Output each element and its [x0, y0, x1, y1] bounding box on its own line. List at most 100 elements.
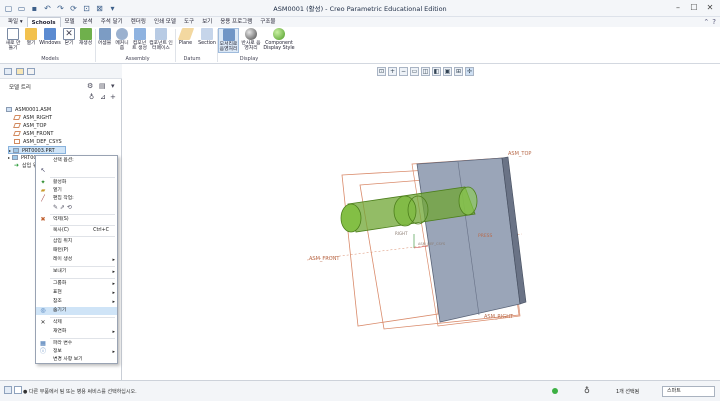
menu-select-tool[interactable]: ↖ — [36, 167, 117, 175]
tree-item-prt0003[interactable]: ▸ PRT0003.PRT — [8, 146, 66, 154]
ribbon: 새로 만들기 열기 Windows ✕ 닫기 재생성 어셈블 메커니즘 컴포넌트… — [0, 27, 720, 64]
tab-render[interactable]: 렌더링 — [127, 17, 150, 27]
section-button[interactable]: Section — [198, 28, 216, 46]
datum-plane-icon — [13, 123, 21, 128]
maximize-icon[interactable]: ☐ — [686, 1, 702, 14]
model-tree-tab-icon[interactable] — [4, 68, 12, 75]
minimize-icon[interactable]: – — [670, 1, 686, 14]
menu-insert-here[interactable]: 삽입 위치 — [36, 238, 117, 246]
binoculars-icon[interactable]: ♁ — [89, 93, 94, 101]
submenu-arrow-icon: ▸ — [112, 299, 115, 305]
selection-filter[interactable]: 스마트 — [662, 386, 715, 397]
label-asm-front: ASM_FRONT — [309, 256, 340, 262]
folder-browser-tab-icon[interactable] — [16, 68, 24, 75]
component-interface-button[interactable]: 컴포넌트 인터페이스 — [149, 28, 173, 51]
graphics-window[interactable]: ASM_TOP ASM_FRONT ASM_RIGHT PRESS RIGHT … — [122, 64, 720, 380]
display-style-icon[interactable]: ◧ — [432, 67, 441, 76]
tab-view[interactable]: 보기 — [198, 17, 216, 27]
tab-tools[interactable]: 도구 — [180, 17, 198, 27]
selection-count[interactable]: 1개 선택됨 — [616, 388, 639, 395]
menu-view-changes[interactable]: 변경 사항 보기 — [36, 356, 117, 364]
regenerate-button[interactable]: 재생성 — [77, 28, 94, 46]
menu-references[interactable]: 참조 ▸ — [36, 298, 117, 306]
open-button[interactable]: 열기 — [24, 28, 38, 46]
model-graphics: ASM_TOP ASM_FRONT ASM_RIGHT PRESS RIGHT … — [306, 151, 531, 330]
add-icon[interactable]: + — [110, 93, 116, 101]
find-icon[interactable]: ♁ — [584, 386, 590, 395]
favorites-tab-icon[interactable] — [27, 68, 35, 75]
tab-schools[interactable]: Schools — [26, 17, 61, 27]
tab-print-model[interactable]: 인쇄 모델 — [150, 17, 180, 27]
label-asm-right: ASM_RIGHT — [484, 314, 514, 320]
tree-item-asm-def-csys[interactable]: ASM_DEF_CSYS — [14, 138, 62, 146]
tree-item-assembly[interactable]: ASM0001.ASM — [6, 106, 51, 114]
submenu-arrow-icon: ▸ — [112, 290, 115, 296]
menu-representation[interactable]: 표현 ▸ — [36, 289, 117, 297]
tab-analysis[interactable]: 분석 — [79, 17, 97, 27]
spin-center-icon[interactable]: ✢ — [465, 67, 474, 76]
repaint-icon[interactable]: ▭ — [410, 67, 419, 76]
tree-item-asm-front[interactable]: ASM_FRONT — [13, 130, 54, 138]
tree-settings-icon[interactable]: ⚙ — [87, 82, 93, 90]
assemble-button[interactable]: 어셈블 — [97, 28, 112, 46]
navigator-toggle-icon[interactable] — [4, 386, 12, 394]
component-display-style-button[interactable]: Component Display Style — [262, 28, 296, 51]
menu-separator — [50, 278, 115, 279]
menu-open[interactable]: ▰ 열기 — [36, 187, 117, 195]
tab-file[interactable]: 파일 ▾ — [4, 17, 27, 27]
expand-arrow-icon[interactable]: ▸ — [9, 148, 11, 153]
group-assembly: Assembly — [125, 56, 150, 62]
new-doc-icon — [7, 28, 19, 40]
menu-parameters[interactable]: ▦ 파라 변수 — [36, 340, 117, 348]
close-button[interactable]: ✕ 닫기 — [62, 28, 76, 46]
tree-item-asm-right[interactable]: ASM_RIGHT — [13, 114, 52, 122]
tab-applications[interactable]: 응용 프로그램 — [216, 17, 256, 27]
zoom-out-icon[interactable]: − — [399, 67, 408, 76]
browser-toggle-icon[interactable] — [14, 386, 22, 394]
windows-button[interactable]: Windows — [39, 28, 61, 46]
menu-group[interactable]: 그룹화 ▸ — [36, 280, 117, 288]
refit-icon[interactable]: ⊡ — [377, 67, 386, 76]
datum-display-icon[interactable]: ⊞ — [454, 67, 463, 76]
close-icon[interactable]: ✕ — [702, 1, 718, 14]
tab-model[interactable]: 모델 — [61, 17, 79, 27]
saved-orientations-icon[interactable]: ◫ — [421, 67, 430, 76]
create-component-button[interactable]: 컴포넌트 생성 — [132, 28, 147, 51]
expand-arrow-icon[interactable]: ▸ — [8, 155, 10, 160]
window-title: ASM0001 (활성) - Creo Parametric Education… — [273, 5, 447, 13]
plane-button[interactable]: Plane — [177, 28, 194, 46]
new-button[interactable]: 새로 만들기 — [4, 28, 22, 51]
filter-icon[interactable]: ⊿ — [100, 93, 106, 101]
menu-info[interactable]: ⓘ 정보 ▸ — [36, 348, 117, 356]
tab-structure[interactable]: 구조물 — [256, 17, 279, 27]
tree-menu-icon[interactable]: ▾ — [111, 82, 115, 90]
menu-separator — [50, 338, 115, 339]
menu-edit-tools[interactable]: ✎ ⇗ ⟲ — [36, 204, 117, 212]
model-tree-title: 모델 트리 — [9, 85, 31, 91]
menu-delete[interactable]: ✕ 삭제 — [36, 319, 117, 327]
ribbon-minimize-icon[interactable]: ⌃ — [703, 17, 709, 27]
menu-activate[interactable]: ✦ 활성화 — [36, 179, 117, 187]
tree-item-asm-top[interactable]: ASM_TOP — [13, 122, 46, 130]
zoom-in-icon[interactable]: + — [388, 67, 397, 76]
close-icon: ✕ — [63, 28, 75, 40]
shading-reflections-icon — [245, 28, 257, 40]
menu-separator — [50, 177, 115, 178]
menu-reorder[interactable]: 재연화 ▸ — [36, 328, 117, 336]
menu-create-layer[interactable]: 레이 생성 ▸ — [36, 256, 117, 264]
shading-reflections-button[interactable]: 반사로 음영처리 — [241, 28, 261, 51]
mechanism-button[interactable]: 메커니즘 — [114, 28, 130, 51]
menu-suppress[interactable]: ✖ 억제(S) — [36, 216, 117, 224]
shading-edges-button[interactable]: 모서리로 음영처리 — [218, 28, 239, 53]
menu-pattern[interactable]: 패턴(P) — [36, 247, 117, 255]
tab-annotate[interactable]: 주석 달기 — [97, 17, 127, 27]
tree-show-icon[interactable]: ▤ — [99, 82, 106, 90]
menu-send[interactable]: 보내기 ▸ — [36, 268, 117, 276]
menu-hide[interactable]: ◎ 숨기기 — [36, 307, 117, 315]
help-icon[interactable]: ? — [712, 17, 716, 27]
menu-copy[interactable]: 복사(C) Ctrl+C — [36, 227, 117, 235]
status-bar: ● 다른 부품에서 팀 또는 병용 써비스를 선택하십시오. ♁ 1개 선택됨 … — [0, 380, 720, 401]
regen-status-icon — [552, 388, 558, 394]
view-manager-icon[interactable]: ▣ — [443, 67, 452, 76]
tree-item-insert-here[interactable]: ➜ 삽입 위 — [14, 162, 37, 170]
